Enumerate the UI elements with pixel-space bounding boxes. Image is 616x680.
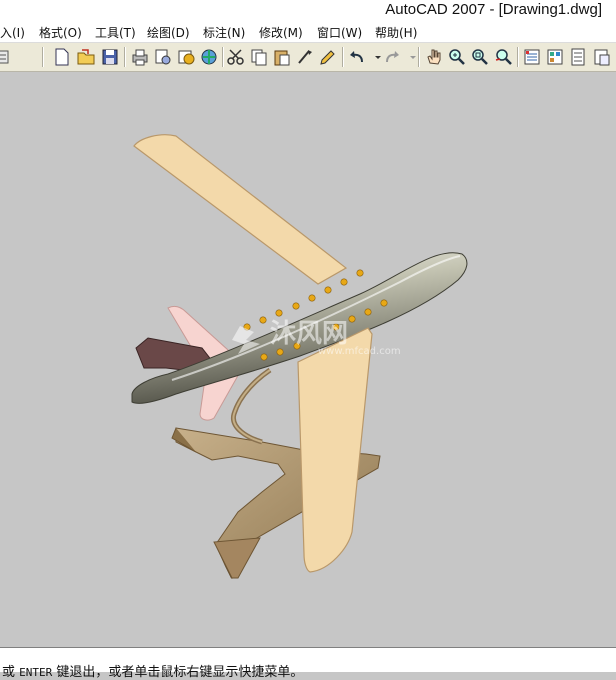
toolbar-separator xyxy=(517,47,519,67)
properties-icon[interactable] xyxy=(522,47,542,67)
menu-dimension[interactable]: 标注(N) xyxy=(203,24,245,41)
title-bar: AutoCAD 2007 - [Drawing1.dwg] xyxy=(0,0,616,21)
zoom-window-icon[interactable] xyxy=(470,47,490,67)
sheet-set-icon[interactable] xyxy=(592,47,612,67)
upper-wing xyxy=(133,134,348,285)
menu-help[interactable]: 帮助(H) xyxy=(375,24,417,41)
window-title: AutoCAD 2007 - [Drawing1.dwg] xyxy=(385,1,602,18)
3d-dwf-icon[interactable] xyxy=(199,47,219,67)
toolbar-separator xyxy=(222,47,224,67)
toolbar-separator xyxy=(342,47,344,67)
menu-draw[interactable]: 绘图(D) xyxy=(147,24,190,41)
paste-icon[interactable] xyxy=(272,47,292,67)
plot-preview-icon[interactable] xyxy=(153,47,173,67)
toolbar-separator xyxy=(418,47,420,67)
open-icon[interactable] xyxy=(76,47,96,67)
tool-palettes-icon[interactable] xyxy=(568,47,588,67)
menu-window[interactable]: 窗口(W) xyxy=(317,24,362,41)
menu-tools[interactable]: 工具(T) xyxy=(95,24,136,41)
airplane-model: 沐风网 www.mfcad.com xyxy=(131,134,468,580)
svg-text:沐风网: 沐风网 xyxy=(270,319,348,349)
copy-icon[interactable] xyxy=(249,47,269,67)
command-line[interactable]: 或 ENTER 键退出，或者单击鼠标右键显示快捷菜单。 xyxy=(0,647,616,680)
new-icon[interactable] xyxy=(52,47,72,67)
cut-icon[interactable] xyxy=(226,47,246,67)
plot-icon[interactable] xyxy=(130,47,150,67)
toolbar-separator xyxy=(42,47,44,67)
svg-text:www.mfcad.com: www.mfcad.com xyxy=(318,346,401,357)
match-properties-icon[interactable] xyxy=(295,47,315,67)
menu-bar: 入(I) 格式(O) 工具(T) 绘图(D) 标注(N) 修改(M) 窗口(W)… xyxy=(0,21,616,43)
lower-wing xyxy=(297,327,373,573)
block-editor-icon[interactable] xyxy=(318,47,338,67)
redo-dropdown-icon[interactable] xyxy=(403,47,416,67)
redo-icon[interactable] xyxy=(382,47,402,67)
menu-format[interactable]: 格式(O) xyxy=(39,24,82,41)
undo-dropdown-icon[interactable] xyxy=(368,47,381,67)
toolbar-separator xyxy=(124,47,126,67)
menu-modify[interactable]: 修改(M) xyxy=(259,24,303,41)
standard-toolbar xyxy=(0,43,616,72)
menu-insert[interactable]: 入(I) xyxy=(0,24,25,41)
zoom-previous-icon[interactable] xyxy=(493,47,513,67)
drawing-area[interactable]: 沐风网 www.mfcad.com xyxy=(0,72,616,642)
design-center-icon[interactable] xyxy=(545,47,565,67)
publish-icon[interactable] xyxy=(176,47,196,67)
pan-icon[interactable] xyxy=(424,47,444,67)
layer-icon[interactable] xyxy=(0,47,12,67)
zoom-realtime-icon[interactable] xyxy=(447,47,467,67)
undo-icon[interactable] xyxy=(347,47,367,67)
save-icon[interactable] xyxy=(100,47,120,67)
